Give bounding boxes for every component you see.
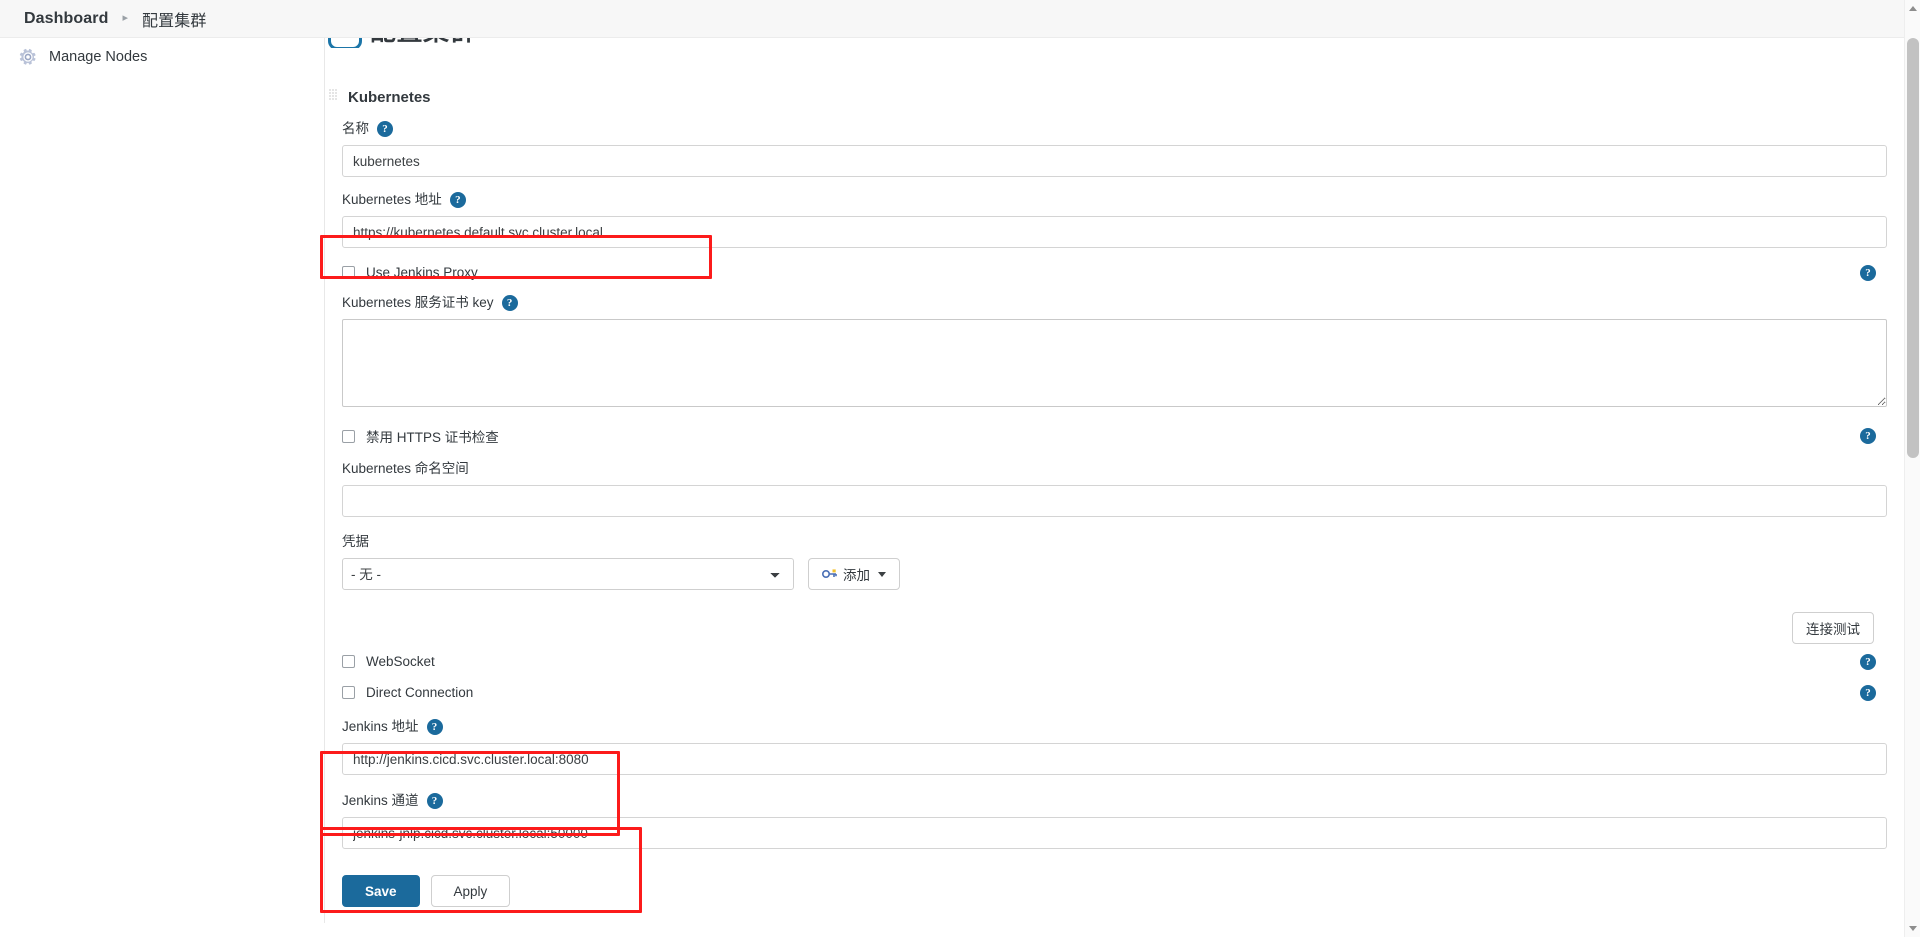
test-connection-row: 连接测试 [328,612,1888,644]
kubernetes-url-input[interactable] [342,216,1887,248]
scroll-down-arrow-icon[interactable] [1909,926,1917,931]
drag-dots-icon[interactable] [328,88,338,106]
key-icon [822,568,837,580]
field-credentials-label: 凭据 [342,534,369,549]
help-icon[interactable]: ? [1860,653,1876,670]
main-content: 配置集群 Kubernetes [306,38,1904,937]
breadcrumb-separator-icon: ▸ [122,12,129,24]
breadcrumb-item-configure-cluster[interactable]: 配置集群 [142,7,206,31]
websocket-checkbox[interactable] [342,655,355,668]
websocket-label[interactable]: WebSocket [366,654,435,669]
checkbox-row-disable-https-check[interactable]: 禁用 HTTPS 证书检查 ? [328,426,1888,446]
section-header-kubernetes: Kubernetes [328,88,1888,106]
field-server-cert-key-label-row: Kubernetes 服务证书 key ? [342,294,1888,312]
sidebar-item-manage-nodes[interactable]: Manage Nodes [0,38,306,76]
help-icon[interactable]: ? [1860,684,1876,701]
disable-https-check-checkbox[interactable] [342,429,355,443]
field-name-label-row: 名称 ? [342,120,1888,138]
checkbox-row-websocket[interactable]: WebSocket ? [328,653,1888,670]
field-server-cert-key: Kubernetes 服务证书 key ? [328,294,1888,407]
add-credentials-button[interactable]: 添加 [808,558,900,590]
section-rail [324,38,325,937]
sidebar: Manage Nodes [0,38,306,937]
breadcrumb-item-dashboard[interactable]: Dashboard [24,10,108,28]
form-actions: Save Apply [328,875,1888,907]
name-input[interactable] [342,145,1887,177]
use-jenkins-proxy-checkbox[interactable] [342,266,355,279]
server-cert-key-textarea[interactable] [342,319,1887,407]
cloud-config-form: Kubernetes 名称 ? Kubernetes 地址 ? [328,88,1888,907]
help-icon[interactable]: ? [449,192,466,208]
page-root: Dashboard ▸ 配置集群 Manage Nodes 配置集群 [0,0,1920,937]
cloud-badge-icon [328,38,362,48]
help-icon[interactable]: ? [1860,428,1876,444]
checkbox-row-use-jenkins-proxy[interactable]: Use Jenkins Proxy ? [328,264,1888,281]
direct-connection-checkbox[interactable] [342,686,355,699]
field-jenkins-tunnel-label: Jenkins 通道 [342,793,419,808]
field-namespace-label-row: Kubernetes 命名空间 [342,460,1888,478]
page-title-text: 配置集群 [370,38,476,48]
field-server-cert-key-label: Kubernetes 服务证书 key [342,295,494,310]
horizontal-scrollbar[interactable] [306,923,1904,937]
vertical-scrollbar-thumb[interactable] [1907,38,1919,458]
field-jenkins-tunnel: Jenkins 通道 ? [328,792,1888,849]
checkbox-row-direct-connection[interactable]: Direct Connection ? [328,684,1888,701]
credentials-select[interactable]: - 无 - [342,558,794,590]
help-icon[interactable]: ? [377,121,393,137]
disable-https-check-label[interactable]: 禁用 HTTPS 证书检查 [366,426,499,446]
scroll-up-arrow-icon[interactable] [1909,6,1917,11]
help-icon[interactable]: ? [426,719,443,735]
sidebar-item-label: Manage Nodes [49,49,148,65]
breadcrumb: Dashboard ▸ 配置集群 [0,0,1920,38]
field-jenkins-tunnel-label-row: Jenkins 通道 ? [342,792,1888,810]
field-kubernetes-url-label-row: Kubernetes 地址 ? [342,191,1888,209]
save-button-label: Save [365,883,397,899]
page-title-clipped: 配置集群 [328,38,476,48]
help-icon[interactable]: ? [1860,264,1876,281]
credentials-row: - 无 - 添加 [328,558,1888,590]
add-credentials-label: 添加 [843,568,870,583]
direct-connection-label[interactable]: Direct Connection [366,685,473,700]
help-icon[interactable]: ? [501,295,518,311]
test-connection-label: 连接测试 [1806,622,1860,637]
use-jenkins-proxy-label[interactable]: Use Jenkins Proxy [366,265,478,280]
jenkins-tunnel-input[interactable] [342,817,1887,849]
field-kubernetes-url-label: Kubernetes 地址 [342,192,442,207]
save-button[interactable]: Save [342,875,420,907]
section-title-label: Kubernetes [348,88,431,106]
field-namespace: Kubernetes 命名空间 [328,460,1888,517]
namespace-input[interactable] [342,485,1887,517]
apply-button[interactable]: Apply [430,875,511,907]
field-jenkins-url-label: Jenkins 地址 [342,719,419,734]
field-kubernetes-url: Kubernetes 地址 ? [328,191,1888,248]
field-credentials-label-row: 凭据 [342,533,1888,551]
test-connection-button[interactable]: 连接测试 [1792,612,1874,644]
chevron-down-icon [878,571,886,577]
gear-icon [18,47,38,67]
help-icon[interactable]: ? [426,793,443,809]
field-namespace-label: Kubernetes 命名空间 [342,461,469,476]
field-name: 名称 ? [328,120,1888,177]
field-credentials: 凭据 [328,533,1888,551]
vertical-scrollbar[interactable] [1904,0,1920,937]
field-jenkins-url: Jenkins 地址 ? [328,718,1888,775]
jenkins-url-input[interactable] [342,743,1887,775]
field-name-label: 名称 [342,121,369,136]
apply-button-label: Apply [453,883,488,899]
field-jenkins-url-label-row: Jenkins 地址 ? [342,718,1888,736]
